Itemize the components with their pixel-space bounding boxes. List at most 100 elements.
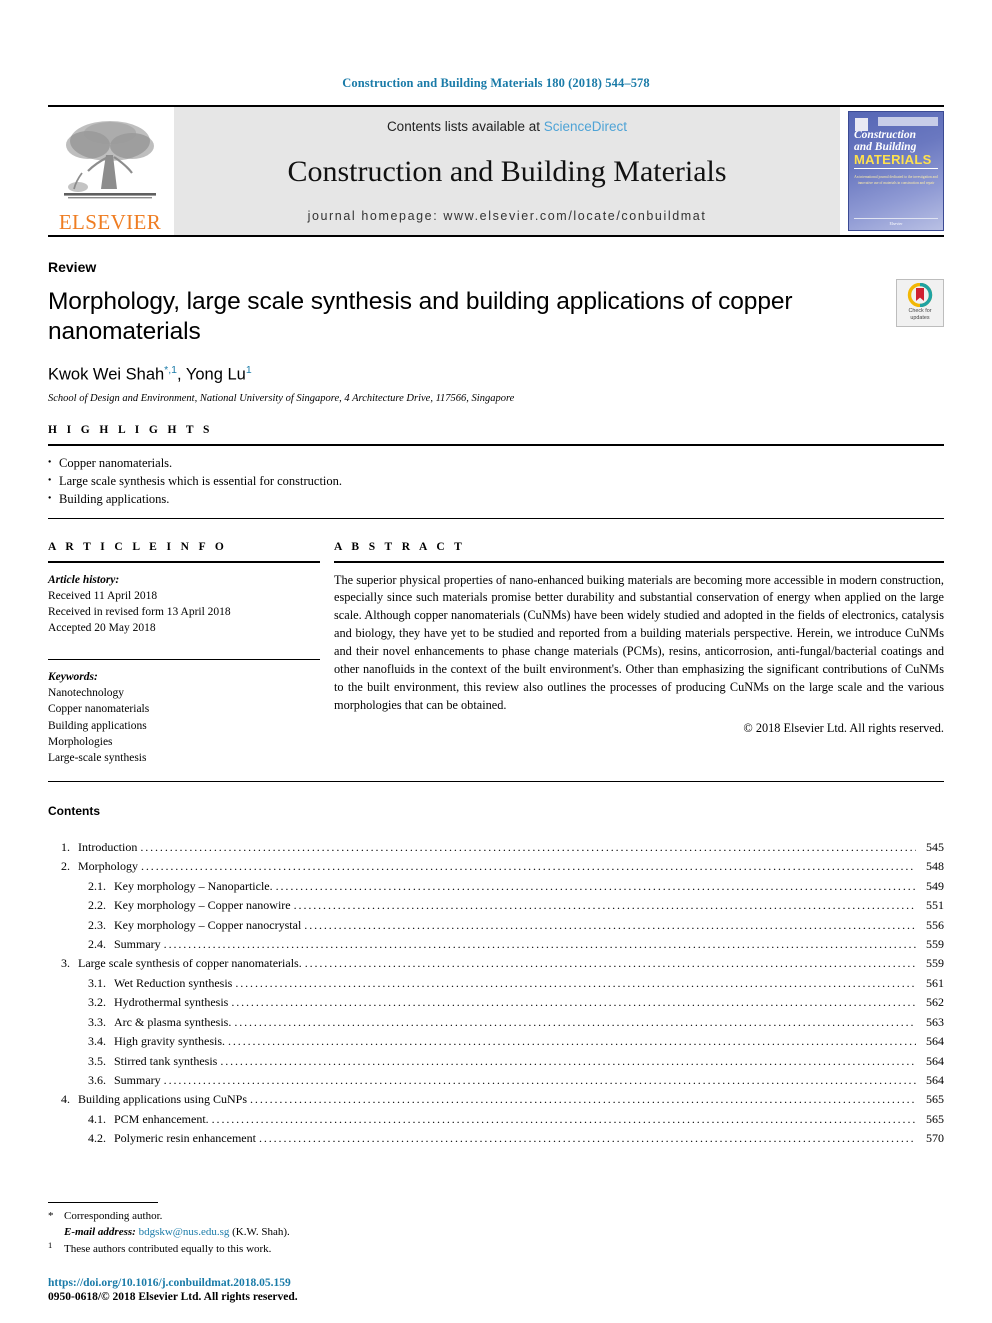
toc-leader-dots: ........................................… <box>231 995 916 1010</box>
toc-entry-label: Building applications using CuNPs <box>78 1092 248 1107</box>
keyword-item: Copper nanomaterials <box>48 703 150 716</box>
issn-copyright: 0950-0618/© 2018 Elsevier Ltd. All right… <box>48 1291 298 1303</box>
journal-cover-thumbnail[interactable]: Construction and Building MATERIALS An i… <box>848 111 944 231</box>
toc-leader-dots: ........................................… <box>220 1053 916 1068</box>
toc-entry[interactable]: 3.3. Arc & plasma synthesis..............… <box>48 1013 944 1032</box>
info-abstract-columns: A R T I C L E I N F O Article history: R… <box>48 541 944 767</box>
asterisk-icon: * <box>48 1209 54 1222</box>
toc-entry-page: 559 <box>926 956 944 971</box>
keyword-item: Nanotechnology <box>48 687 125 700</box>
email-link[interactable]: bdgskw@nus.edu.sg <box>139 1226 230 1238</box>
article-first-page: Construction and Building Materials 180 … <box>0 0 992 1323</box>
cover-footer: Elsevier <box>854 218 938 226</box>
toc-entry-number: 3.4. <box>88 1034 106 1049</box>
abstract-text: The superior physical properties of nano… <box>334 572 944 713</box>
toc-leader-dots: ........................................… <box>258 1131 916 1146</box>
toc-entry-number: 3. <box>61 956 70 971</box>
cover-top-bar <box>877 117 938 126</box>
elsevier-logo: ELSEVIER <box>48 107 172 235</box>
crossmark-label: Check for updates <box>908 308 931 322</box>
toc-entry[interactable]: 1. Introduction..........................… <box>48 838 944 857</box>
toc-entry[interactable]: 3.4. High gravity synthesis..............… <box>48 1032 944 1051</box>
doi-block: https://doi.org/10.1016/j.conbuildmat.20… <box>48 1277 298 1303</box>
toc-entry[interactable]: 3.2. Hydrothermal synthesis..............… <box>48 993 944 1012</box>
article-info-heading: A R T I C L E I N F O <box>48 540 228 553</box>
journal-title: Construction and Building Materials <box>287 155 727 188</box>
toc-entry[interactable]: 2.4. Summary.............................… <box>48 935 944 954</box>
keywords-label: Keywords: <box>48 670 98 683</box>
abstract-copyright: © 2018 Elsevier Ltd. All rights reserved… <box>743 721 944 736</box>
elsevier-wordmark: ELSEVIER <box>58 210 162 234</box>
sciencedirect-link[interactable]: ScienceDirect <box>544 119 627 134</box>
cover-elsevier-mark-icon <box>855 118 868 131</box>
abstract-heading: A B S T R A C T <box>334 540 466 553</box>
cover-blurb: An international journal dedicated to th… <box>854 175 938 185</box>
toc-leader-dots: ........................................… <box>293 898 916 913</box>
toc-entry-page: 549 <box>926 878 944 893</box>
toc-leader-dots: ........................................… <box>163 1073 916 1088</box>
table-of-contents: 1. Introduction..........................… <box>48 838 944 1149</box>
toc-entry-label: Summary <box>114 1073 161 1088</box>
highlights-heading: H I G H L I G H T S <box>48 424 213 437</box>
toc-entry-number: 4.1. <box>88 1111 106 1126</box>
toc-entry-number: 3.1. <box>88 975 106 990</box>
affiliation: School of Design and Environment, Nation… <box>48 393 515 405</box>
toc-leader-dots: ........................................… <box>211 1111 916 1126</box>
toc-entry-page: 551 <box>926 898 944 913</box>
toc-entry-label: High gravity synthesis. <box>114 1034 225 1049</box>
toc-entry-page: 564 <box>926 1034 944 1049</box>
toc-entry[interactable]: 3.6. Summary.............................… <box>48 1071 944 1090</box>
crossmark-label-line2: updates <box>910 314 930 321</box>
toc-entry[interactable]: 3. Large scale synthesis of copper nanoma… <box>48 954 944 973</box>
title-block: Review Morphology, large scale synthesis… <box>48 259 944 404</box>
toc-entry[interactable]: 2.1. Key morphology – Nanoparticle.......… <box>48 877 944 896</box>
journal-masthead: ELSEVIER Contents lists available at Sci… <box>48 105 944 237</box>
toc-entry-number: 3.3. <box>88 1014 106 1029</box>
toc-entry[interactable]: 2.3. Key morphology – Copper nanocrystal.… <box>48 916 944 935</box>
highlights-bottom-rule <box>48 517 944 519</box>
toc-leader-dots: ........................................… <box>250 1092 916 1107</box>
cover-title-line3: MATERIALS <box>854 152 938 170</box>
toc-entry-page: 563 <box>926 1014 944 1029</box>
toc-leader-dots: ........................................… <box>275 878 916 893</box>
highlights-section: H I G H L I G H T S Copper nanomaterials… <box>48 424 944 519</box>
keyword-item: Building applications <box>48 719 147 732</box>
toc-entry[interactable]: 2.2. Key morphology – Copper nanowire....… <box>48 896 944 915</box>
toc-leader-dots: ........................................… <box>140 839 916 854</box>
author-1-superscript: *,1 <box>164 363 178 376</box>
toc-entry-number: 2. <box>61 859 70 874</box>
toc-entry-page: 548 <box>926 859 944 874</box>
toc-entry-number: 4. <box>61 1092 70 1107</box>
crossmark-icon <box>907 283 933 307</box>
crossmark-badge[interactable]: Check for updates <box>896 279 944 327</box>
toc-entry[interactable]: 3.1. Wet Reduction synthesis.............… <box>48 974 944 993</box>
toc-entry[interactable]: 2. Morphology............................… <box>48 857 944 876</box>
footnote-rule <box>48 1201 158 1203</box>
email-note: E-mail address: bdgskw@nus.edu.sg (K.W. … <box>48 1224 468 1241</box>
author-name-2: Yong Lu <box>185 365 246 384</box>
toc-entry[interactable]: 4.2. Polymeric resin enhancement.........… <box>48 1129 944 1148</box>
elsevier-tree-icon <box>64 121 156 199</box>
toc-entry-page: 561 <box>926 975 944 990</box>
toc-entry-page: 570 <box>926 1131 944 1146</box>
highlights-list: Copper nanomaterials. Large scale synthe… <box>48 455 944 508</box>
author-2-superscript: 1 <box>245 363 252 376</box>
toc-entry-label: Arc & plasma synthesis. <box>114 1014 232 1029</box>
article-info-rule <box>48 560 320 563</box>
toc-entry-number: 2.2. <box>88 898 106 913</box>
toc-entry[interactable]: 3.5. Stirred tank synthesis..............… <box>48 1052 944 1071</box>
author-list: Kwok Wei Shah*,1, Yong Lu1 <box>48 364 944 385</box>
toc-leader-dots: ........................................… <box>234 1014 916 1029</box>
keyword-item: Morphologies <box>48 736 113 749</box>
toc-entry[interactable]: 4.1. PCM enhancement.....................… <box>48 1110 944 1129</box>
toc-leader-dots: ........................................… <box>141 859 916 874</box>
running-head: Construction and Building Materials 180 … <box>342 76 650 90</box>
list-item: Building applications. <box>48 491 944 509</box>
journal-homepage-link[interactable]: journal homepage: www.elsevier.com/locat… <box>308 209 707 223</box>
toc-entry[interactable]: 4. Building applications using CuNPs.....… <box>48 1090 944 1109</box>
toc-entry-label: Key morphology – Copper nanocrystal <box>114 917 302 932</box>
section-divider <box>48 780 944 782</box>
equal-contribution-note: 1 These authors contributed equally to t… <box>48 1240 468 1258</box>
toc-entry-page: 556 <box>926 917 944 932</box>
doi-link[interactable]: https://doi.org/10.1016/j.conbuildmat.20… <box>48 1277 298 1289</box>
